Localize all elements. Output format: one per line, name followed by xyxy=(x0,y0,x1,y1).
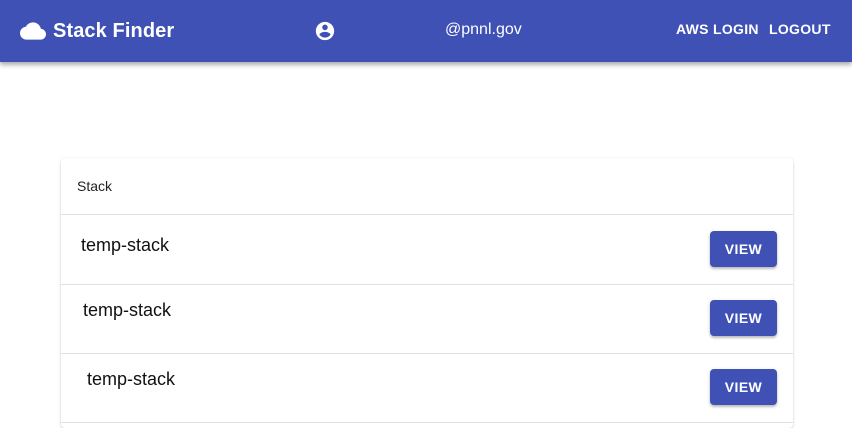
aws-login-button[interactable]: AWS LOGIN xyxy=(676,20,759,38)
account-circle-icon[interactable] xyxy=(314,20,336,42)
view-button[interactable]: VIEW xyxy=(710,369,777,405)
table-row: temp-stack VIEW xyxy=(61,353,793,423)
table-header: Stack xyxy=(61,158,793,215)
view-button[interactable]: VIEW xyxy=(710,300,777,336)
stack-table: Stack temp-stack VIEW temp-stack VIEW te… xyxy=(61,158,793,428)
logout-button[interactable]: LOGOUT xyxy=(769,20,831,38)
stack-name: temp-stack xyxy=(81,235,170,255)
user-email: @pnnl.gov xyxy=(445,21,522,38)
stack-name: temp-stack xyxy=(87,369,176,389)
table-row: temp-stack VIEW xyxy=(61,215,793,285)
app-title: Stack Finder xyxy=(53,19,175,42)
table-row: temp-stack VIEW xyxy=(61,284,793,354)
column-header-stack: Stack xyxy=(77,178,113,194)
stack-name: temp-stack xyxy=(83,300,172,320)
brand: Stack Finder xyxy=(20,17,174,45)
app-bar: Stack Finder @pnnl.gov AWS LOGIN LOGOUT xyxy=(0,0,852,62)
view-button[interactable]: VIEW xyxy=(710,231,777,267)
cloud-icon xyxy=(20,22,46,40)
